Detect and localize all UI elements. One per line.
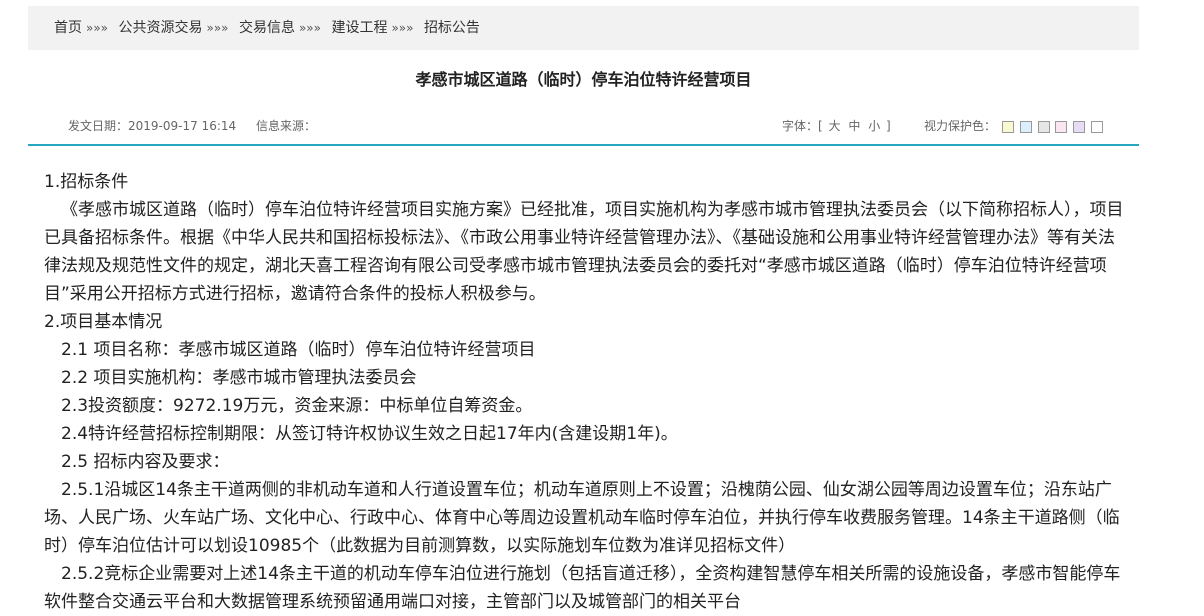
font-size-close: ]	[886, 119, 891, 133]
article-meta: 发文日期：2019-09-17 16:14 信息来源： 字体：[ 大 中 小 ]…	[28, 112, 1139, 140]
paragraph: 2.1 项目名称：孝感市城区道路（临时）停车泊位特许经营项目	[61, 340, 536, 360]
font-size-medium-button[interactable]: 中	[848, 119, 860, 133]
paragraph: 2.3投资额度：9272.19万元，资金来源：中标单位自筹资金。	[61, 396, 533, 416]
eye-color-white-swatch[interactable]	[1090, 120, 1103, 133]
paragraph: 2.5.1沿城区14条主干道两侧的非机动车道和人行道设置车位；机动车道原则上不设…	[44, 480, 1120, 556]
breadcrumb-trading-info[interactable]: 交易信息	[239, 20, 295, 36]
paragraph: 2.5 招标内容及要求：	[61, 452, 230, 472]
page-title: 孝感市城区道路（临时）停车泊位特许经营项目	[415, 70, 752, 89]
paragraph: 《孝感市城区道路（临时）停车泊位特许经营项目实施方案》已经批准，项目实施机构为孝…	[44, 200, 1124, 304]
publish-date: 发文日期：2019-09-17 16:14	[68, 119, 237, 133]
font-size-small-button[interactable]: 小	[868, 119, 880, 133]
breadcrumb-separator: »»»	[86, 21, 109, 35]
font-size-large-button[interactable]: 大	[829, 119, 841, 133]
font-size-control: 字体：[ 大 中 小 ]	[782, 112, 891, 140]
breadcrumb: 首页»»» 公共资源交易»»» 交易信息»»» 建设工程»»» 招标公告	[28, 6, 1139, 50]
section-heading: 2.项目基本情况	[44, 312, 163, 332]
article-page: 首页»»» 公共资源交易»»» 交易信息»»» 建设工程»»» 招标公告 孝感市…	[28, 0, 1139, 612]
breadcrumb-home[interactable]: 首页	[54, 20, 82, 36]
breadcrumb-tender-notice[interactable]: 招标公告	[424, 20, 480, 36]
eye-color-gray-swatch[interactable]	[1037, 120, 1050, 133]
breadcrumb-separator: »»»	[298, 21, 321, 35]
eye-color-pink-swatch[interactable]	[1055, 120, 1068, 133]
breadcrumb-public-resource-trading[interactable]: 公共资源交易	[118, 20, 202, 36]
breadcrumb-construction[interactable]: 建设工程	[331, 20, 387, 36]
title-divider	[28, 144, 1139, 146]
eye-protection-label: 视力保护色：	[924, 119, 997, 133]
section-heading: 1.招标条件	[44, 172, 129, 192]
font-size-label: 字体：[	[782, 119, 823, 133]
info-source: 信息来源：	[255, 119, 316, 133]
breadcrumb-separator: »»»	[391, 21, 414, 35]
article-body: 1.招标条件 《孝感市城区道路（临时）停车泊位特许经营项目实施方案》已经批准，项…	[44, 168, 1128, 616]
eye-color-blue-swatch[interactable]	[1019, 120, 1032, 133]
eye-color-purple-swatch[interactable]	[1073, 120, 1086, 133]
paragraph: 2.5.2竞标企业需要对上述14条主干道的机动车停车泊位进行施划（包括盲道迁移）…	[44, 564, 1121, 612]
breadcrumb-separator: »»»	[206, 21, 229, 35]
paragraph: 2.2 项目实施机构：孝感市城市管理执法委员会	[61, 368, 417, 388]
eye-color-yellow-swatch[interactable]	[1001, 120, 1014, 133]
paragraph: 2.4特许经营招标控制期限：从签订特许权协议生效之日起17年内(含建设期1年)。	[61, 424, 678, 444]
eye-protection-control: 视力保护色：	[924, 112, 1103, 140]
